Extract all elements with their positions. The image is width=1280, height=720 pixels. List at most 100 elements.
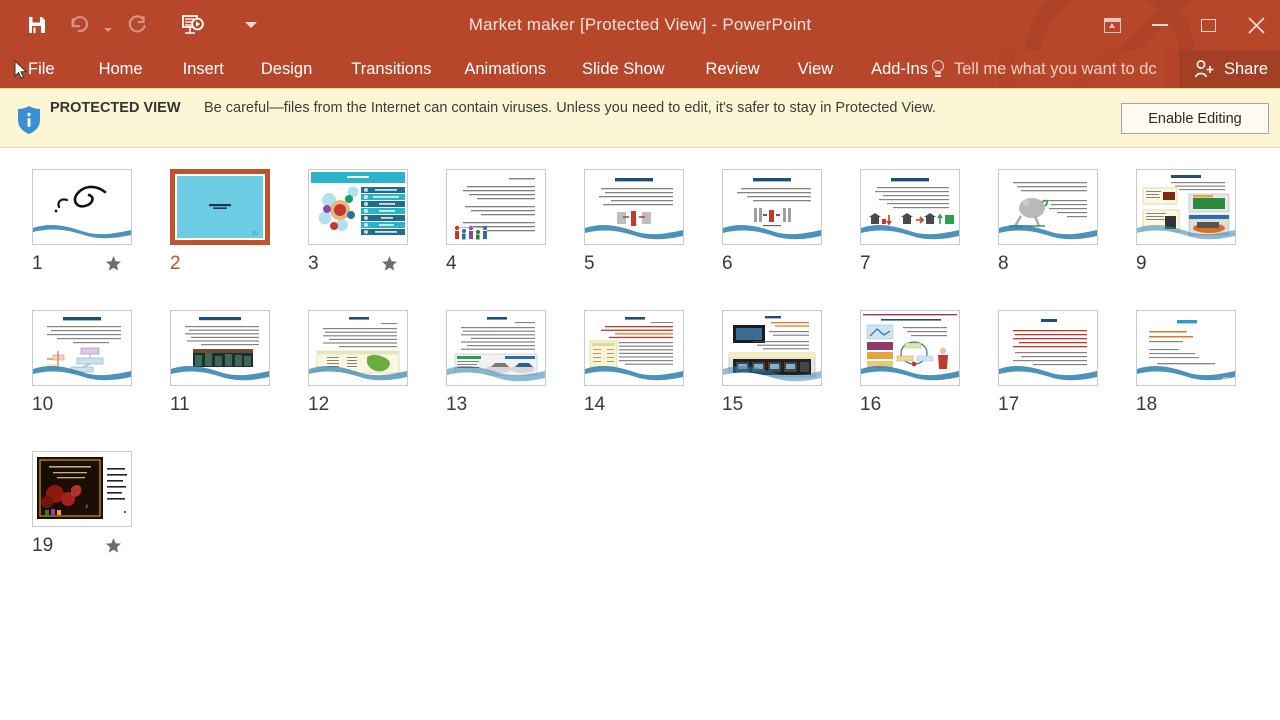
slide-1-meta: 1 [32,251,184,277]
slide-18-frame[interactable] [1136,310,1236,386]
transition-star-icon[interactable] [104,536,123,555]
slide-19-meta: 19 [32,533,184,559]
slide-10-frame[interactable] [32,310,132,386]
slide-1-frame[interactable] [32,169,132,245]
undo-button[interactable] [58,8,100,42]
slide-19-frame[interactable]: ♪ [32,451,132,527]
undo-dropdown-icon[interactable] [100,8,116,42]
slide-11-frame[interactable] [170,310,270,386]
slide-16-frame[interactable] [860,310,960,386]
slide-6-content [723,170,821,244]
quick-access-toolbar [16,8,266,42]
save-button[interactable] [16,8,58,42]
slide-19-content: ♪ [33,452,131,526]
mouse-cursor [14,59,28,80]
slide-11-content [171,311,269,385]
menu-item-home[interactable]: Home [55,50,143,88]
menu-item-design[interactable]: Design [224,50,312,88]
menu-item-insert[interactable]: Insert [143,50,224,88]
slide-5-meta: 5 [584,251,736,277]
share-person-icon [1193,58,1215,80]
maximize-icon[interactable] [1184,0,1232,50]
slide-4-frame[interactable] [446,169,546,245]
enable-editing-button[interactable]: Enable Editing [1121,103,1269,134]
tell-me-search[interactable]: Tell me what you want to dc [930,50,1157,88]
customize-qat-icon[interactable] [236,8,266,42]
slide-2-frame[interactable] [170,169,270,245]
slide-13-number: 13 [446,394,468,415]
share-button[interactable]: Share [1178,50,1280,88]
slide-1-number: 1 [32,253,43,274]
slide-2-number: 2 [170,253,181,274]
slide-18-meta: 18 [1136,392,1280,418]
slide-6-number: 6 [722,253,733,274]
slide-6-meta: 6 [722,251,874,277]
slide-13-meta: 13 [446,392,598,418]
slide-10-meta: 10 [32,392,184,418]
protected-view-label: PROTECTED VIEW [50,100,181,116]
title-bar: Market maker [Protected View] - PowerPoi… [0,0,1280,50]
slide-5-number: 5 [584,253,595,274]
menu-item-animations[interactable]: Animations [431,50,546,88]
slide-16-number: 16 [860,394,882,415]
slide-9-meta: 9 [1136,251,1280,277]
slide-3-content [309,170,407,244]
slide-6-frame[interactable] [722,169,822,245]
slide-10-content [33,311,131,385]
slide-18-number: 18 [1136,394,1158,415]
slide-11-number: 11 [170,394,190,415]
slide-1-content [33,170,131,244]
transition-star-icon[interactable] [104,254,123,273]
transition-star-icon[interactable] [380,254,399,273]
slide-12-meta: 12 [308,392,460,418]
powerpoint-window: Market maker [Protected View] - PowerPoi… [0,0,1280,720]
menu-item-add-ins[interactable]: Add-Ins [833,50,928,88]
slide-16-meta: 16 [860,392,1012,418]
start-slideshow-button[interactable] [172,8,214,42]
slide-11-meta: 11 [170,392,322,418]
menu-item-view[interactable]: View [760,50,833,88]
ribbon-display-options-icon[interactable] [1088,0,1136,50]
slide-9-frame[interactable] [1136,169,1236,245]
slide-17-number: 17 [998,394,1020,415]
slide-5-frame[interactable] [584,169,684,245]
slide-2-meta: 2 [170,251,322,277]
slide-7-frame[interactable] [860,169,960,245]
menu-item-review[interactable]: Review [665,50,760,88]
lightbulb-icon [930,59,946,79]
slide-8-meta: 8 [998,251,1150,277]
slide-18-content [1137,311,1235,385]
svg-text:♪: ♪ [85,503,89,510]
menu-items: File Home Insert Design Transitions Anim… [0,50,928,88]
slide-sorter[interactable]: 1 2 3 4 5 6 7 8 9 10 11 12 13 14 15 16 1… [0,149,1280,720]
slide-4-content [447,170,545,244]
close-icon[interactable] [1232,0,1280,50]
minimize-icon[interactable] [1136,0,1184,50]
slide-13-frame[interactable] [446,310,546,386]
menu-item-transitions[interactable]: Transitions [312,50,431,88]
slide-14-number: 14 [584,394,606,415]
slide-7-content [861,170,959,244]
slide-13-content [447,311,545,385]
redo-button[interactable] [116,8,158,42]
slide-8-number: 8 [998,253,1009,274]
slide-5-content [585,170,683,244]
slide-17-frame[interactable] [998,310,1098,386]
slide-19-number: 19 [32,535,54,556]
slide-12-frame[interactable] [308,310,408,386]
slide-4-number: 4 [446,253,457,274]
slide-12-number: 12 [308,394,330,415]
slide-15-frame[interactable] [722,310,822,386]
menu-item-slide-show[interactable]: Slide Show [546,50,665,88]
slide-8-content [999,170,1097,244]
slide-14-frame[interactable] [584,310,684,386]
slide-8-frame[interactable] [998,169,1098,245]
window-controls [1088,0,1280,50]
slide-15-number: 15 [722,394,744,415]
slide-7-meta: 7 [860,251,1012,277]
slide-16-content [861,311,959,385]
slide-3-frame[interactable] [308,169,408,245]
slide-10-number: 10 [32,394,54,415]
slide-15-meta: 15 [722,392,874,418]
slide-9-number: 9 [1136,253,1147,274]
